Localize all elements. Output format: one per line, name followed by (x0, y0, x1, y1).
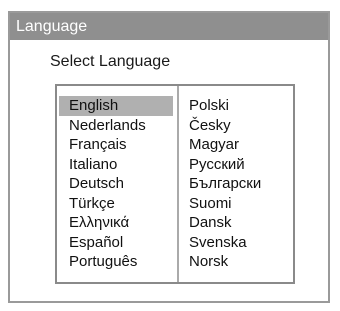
language-option-cesky[interactable]: Česky (185, 116, 291, 136)
language-option-ellinika[interactable]: Ελληνικά (59, 213, 173, 233)
language-option-balgarski[interactable]: Български (185, 174, 291, 194)
dialog-title: Language (10, 13, 328, 40)
language-option-francais[interactable]: Français (59, 135, 173, 155)
language-dialog: Language Select Language English Nederla… (8, 11, 330, 303)
language-listbox[interactable]: English Nederlands Français Italiano Deu… (55, 84, 295, 284)
language-column-left: English Nederlands Français Italiano Deu… (59, 96, 173, 272)
language-option-turkce[interactable]: Türkçe (59, 194, 173, 214)
language-option-english[interactable]: English (59, 96, 173, 116)
language-option-magyar[interactable]: Magyar (185, 135, 291, 155)
language-option-svenska[interactable]: Svenska (185, 233, 291, 253)
language-option-italiano[interactable]: Italiano (59, 155, 173, 175)
language-option-polski[interactable]: Polski (185, 96, 291, 116)
language-column-right: Polski Česky Magyar Русский Български Su… (185, 96, 291, 272)
language-option-espanol[interactable]: Español (59, 233, 173, 253)
column-divider (177, 86, 179, 282)
language-option-norsk[interactable]: Norsk (185, 252, 291, 272)
language-option-russkiy[interactable]: Русский (185, 155, 291, 175)
language-option-suomi[interactable]: Suomi (185, 194, 291, 214)
language-option-dansk[interactable]: Dansk (185, 213, 291, 233)
language-option-deutsch[interactable]: Deutsch (59, 174, 173, 194)
select-language-prompt: Select Language (50, 53, 171, 70)
language-option-nederlands[interactable]: Nederlands (59, 116, 173, 136)
language-option-portugues[interactable]: Português (59, 252, 173, 272)
